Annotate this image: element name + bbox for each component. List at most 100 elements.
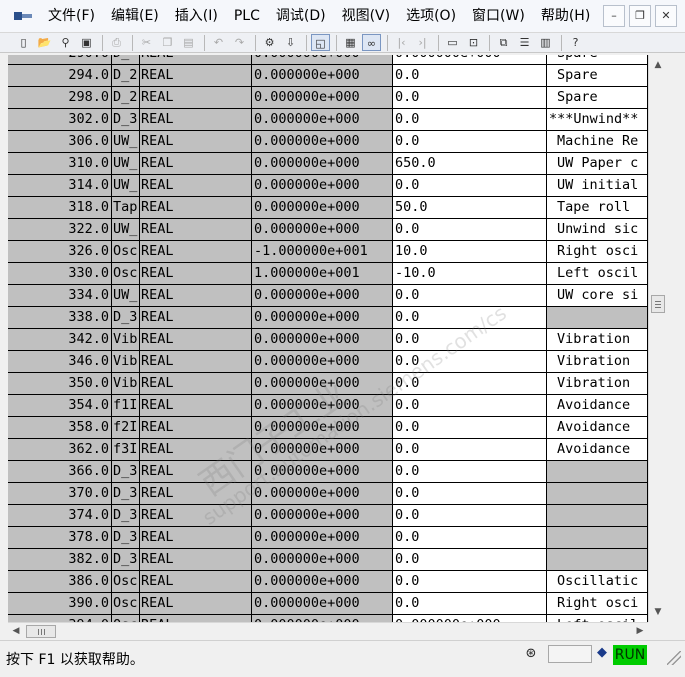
close-icon[interactable]: ✕ [655,5,677,27]
glasses-icon[interactable]: ∞ [362,34,381,51]
type-cell: REAL [140,351,252,373]
actual-value-cell[interactable]: 0.0 [393,219,547,241]
window-icon[interactable]: ▭ [443,34,462,51]
name-cell: f1I [112,395,140,417]
redo-icon[interactable]: ↷ [230,34,249,51]
actual-value-cell[interactable]: 0.0 [393,351,547,373]
print-icon[interactable]: ⎙ [107,34,126,51]
actual-value-cell[interactable]: 0.0 [393,131,547,153]
cascade-icon[interactable]: ⧉ [494,34,513,51]
name-cell: D_2 [112,87,140,109]
step-forward-icon[interactable]: ›| [413,34,432,51]
vertical-scroll-thumb[interactable] [651,295,665,313]
table-row: 374.0 D_3 REAL 0.000000e+000 0.0 [8,505,648,527]
actual-value-cell[interactable]: -10.0 [393,263,547,285]
open-icon[interactable]: 📂 [35,34,54,51]
undo-icon[interactable]: ↶ [209,34,228,51]
actual-value-cell[interactable]: 0.0 [393,175,547,197]
zoom-icon[interactable]: ⊡ [464,34,483,51]
app-icon[interactable] [12,8,34,24]
address-cell: 290.0 [8,55,112,65]
address-cell: 294.0 [8,65,112,87]
new-icon[interactable]: ▯ [14,34,33,51]
status-chart-icon[interactable]: ▦ [341,34,360,51]
name-cell: Tap [112,197,140,219]
menu-item-4[interactable]: 调试(D) [268,0,334,32]
scroll-up-icon[interactable]: ▲ [649,57,667,73]
menu-item-0[interactable]: 文件(F) [40,0,103,32]
comment-cell: Vibration [547,329,648,351]
cut-icon[interactable]: ✂ [137,34,156,51]
actual-value-cell[interactable]: 0.0 [393,439,547,461]
scroll-right-icon[interactable]: ▶ [632,623,648,639]
actual-value-cell[interactable]: 0.0 [393,593,547,615]
actual-value-cell[interactable]: 0.0 [393,417,547,439]
copy-icon[interactable]: ❐ [158,34,177,51]
scroll-left-icon[interactable]: ◀ [8,623,24,639]
minimize-icon[interactable]: – [603,5,625,27]
compile-icon[interactable]: ⚙ [260,34,279,51]
actual-value-cell[interactable]: 0.0 [393,65,547,87]
actual-value-cell[interactable]: 50.0 [393,197,547,219]
actual-value-cell[interactable]: 0.0 [393,285,547,307]
data-block-grid[interactable]: 290.0D_REAL0.000000e+0000.000000e+000Spa… [8,55,648,622]
actual-value-cell[interactable]: 0.0 [393,461,547,483]
menu-item-2[interactable]: 插入(I) [167,0,226,32]
menu-item-8[interactable]: 帮助(H) [533,0,598,32]
actual-value-cell[interactable]: 0.000000e+000 [393,615,547,622]
restore-icon[interactable]: ❐ [629,5,651,27]
initial-value-cell: 0.000000e+000 [252,65,393,87]
toolbar-separator [561,34,562,51]
resize-grip-icon[interactable] [667,651,681,665]
table-row: 378.0 D_3 REAL 0.000000e+000 0.0 [8,527,648,549]
comment-cell: Tape roll [547,197,648,219]
initial-value-cell: 0.000000e+000 [252,593,393,615]
menu-item-6[interactable]: 选项(O) [398,0,464,32]
actual-value-cell[interactable]: 0.0 [393,109,547,131]
actual-value-cell[interactable]: 0.0 [393,571,547,593]
initial-value-cell: 0.000000e+000 [252,131,393,153]
actual-value-cell[interactable]: 10.0 [393,241,547,263]
actual-value-cell[interactable]: 0.0 [393,483,547,505]
table-row: 322.0 UW_ REAL 0.000000e+000 0.0 Unwind sic [8,219,648,241]
step-back-icon[interactable]: |‹ [392,34,411,51]
menu-item-5[interactable]: 视图(V) [334,0,399,32]
monitor-icon[interactable]: ◱ [311,34,330,51]
type-cell: REAL [140,153,252,175]
comment-cell: Right osci [547,593,648,615]
paste-icon[interactable]: ▤ [179,34,198,51]
actual-value-cell[interactable]: 0.000000e+000 [393,55,547,65]
scroll-down-icon[interactable]: ▼ [649,604,667,620]
name-cell: D_ [112,55,140,65]
tile-v-icon[interactable]: ▥ [536,34,555,51]
type-cell: REAL [140,417,252,439]
initial-value-cell: 0.000000e+000 [252,197,393,219]
actual-value-cell[interactable]: 0.0 [393,549,547,571]
actual-value-cell[interactable]: 0.0 [393,395,547,417]
table-row: 370.0 D_3 REAL 0.000000e+000 0.0 [8,483,648,505]
download-icon[interactable]: ⇩ [281,34,300,51]
menu-item-7[interactable]: 窗口(W) [464,0,533,32]
actual-value-cell[interactable]: 0.0 [393,87,547,109]
address-cell: 342.0 [8,329,112,351]
initial-value-cell: 0.000000e+000 [252,505,393,527]
actual-value-cell[interactable]: 0.0 [393,505,547,527]
vertical-scrollbar[interactable]: ▲ ▼ [648,55,667,622]
actual-value-cell[interactable]: 650.0 [393,153,547,175]
actual-value-cell[interactable]: 0.0 [393,329,547,351]
save-icon[interactable]: ▣ [77,34,96,51]
actual-value-cell[interactable]: 0.0 [393,307,547,329]
comment-cell [547,461,648,483]
tile-h-icon[interactable]: ☰ [515,34,534,51]
actual-value-cell[interactable]: 0.0 [393,373,547,395]
actual-value-cell[interactable]: 0.0 [393,527,547,549]
help-pointer-icon[interactable]: ? [566,34,585,51]
menu-item-3[interactable]: PLC [226,0,268,32]
horizontal-scrollbar[interactable]: ◀ ▶ [8,622,648,640]
type-cell: REAL [140,483,252,505]
menu-item-1[interactable]: 编辑(E) [103,0,167,32]
comment-cell: Left oscil [547,263,648,285]
address-cell: 354.0 [8,395,112,417]
horizontal-scroll-thumb[interactable] [26,625,56,638]
network-icon[interactable]: ⚲ [56,34,75,51]
